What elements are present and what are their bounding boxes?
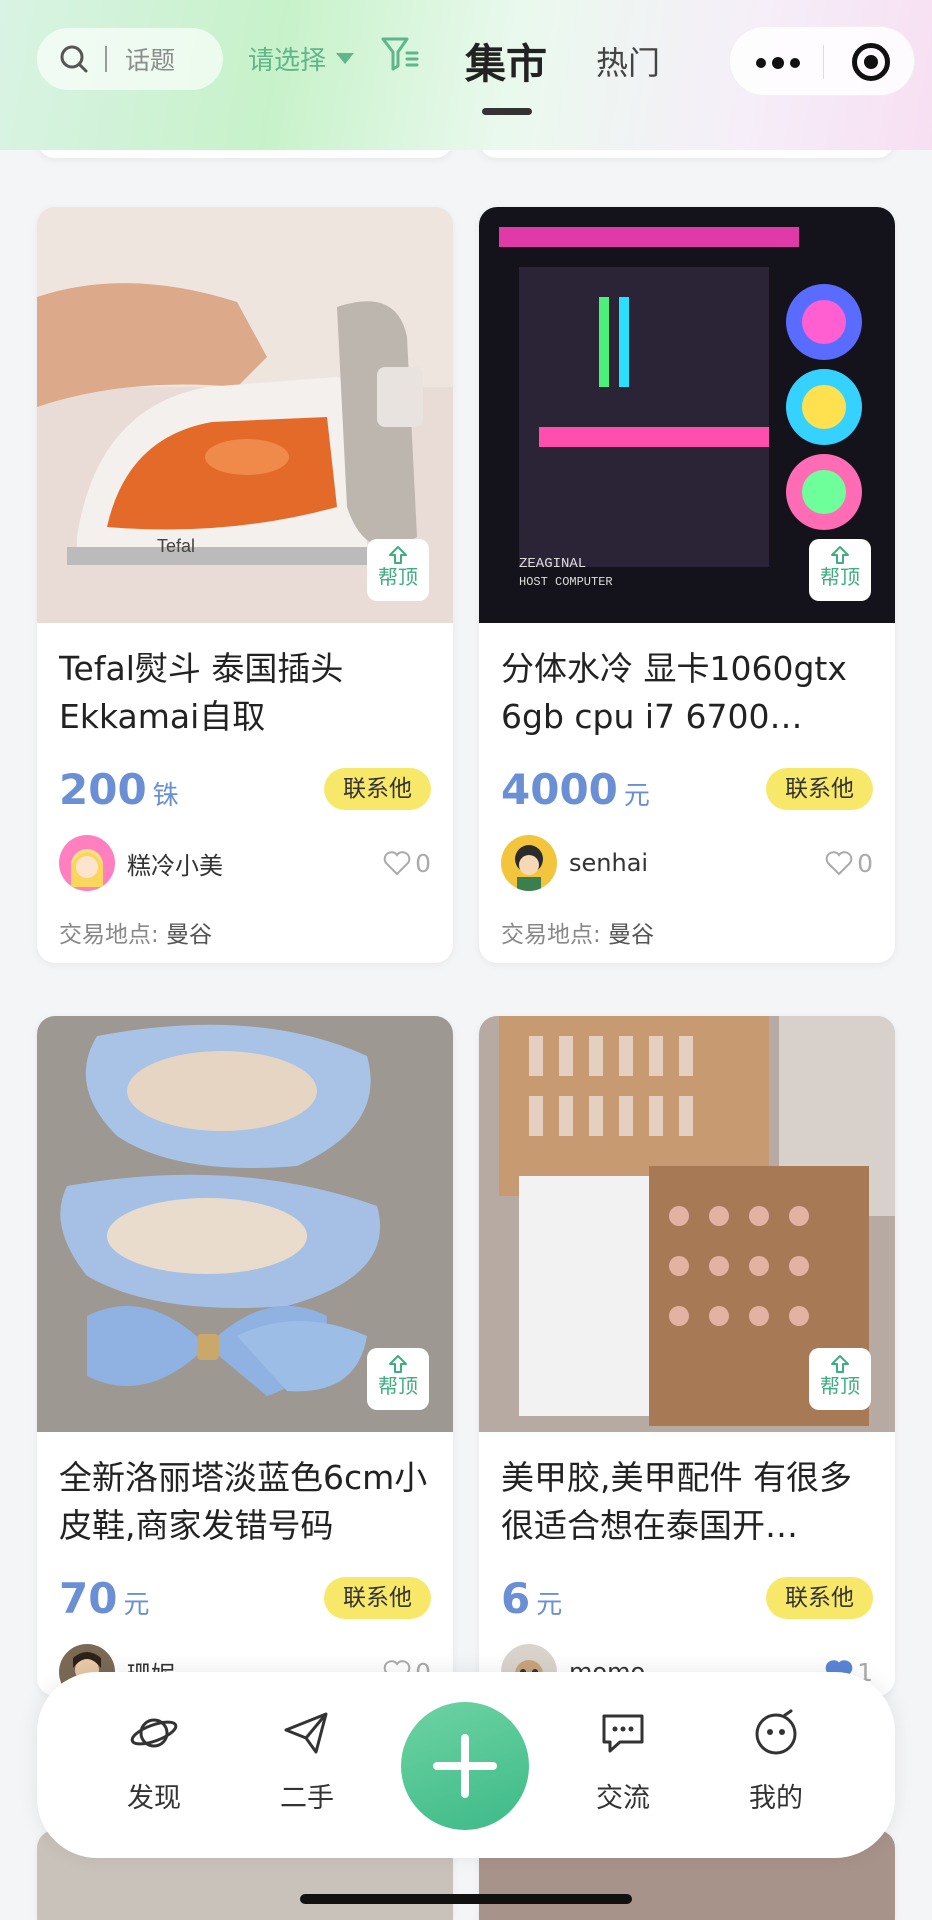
- boost-up-icon: [831, 546, 849, 564]
- svg-text:ZEAGINAL: ZEAGINAL: [519, 556, 586, 572]
- search-divider: [105, 46, 107, 72]
- category-select[interactable]: 请选择: [248, 40, 355, 77]
- listing-title: 全新洛丽塔淡蓝色6cm小皮鞋,商家发错号码: [59, 1458, 428, 1545]
- listing-card[interactable]: ZEAGINAL HOST COMPUTER 帮顶 分体水冷 显卡1060gtx…: [479, 207, 895, 963]
- active-tab-indicator: [482, 108, 532, 115]
- home-indicator: [300, 1894, 632, 1904]
- boost-up-icon: [389, 1355, 407, 1373]
- seller-name[interactable]: senhai: [569, 849, 825, 877]
- listing-photo-pc[interactable]: ZEAGINAL HOST COMPUTER 帮顶: [479, 207, 895, 623]
- trade-location: 交易地点: 曼谷: [501, 915, 873, 963]
- avatar[interactable]: [501, 835, 557, 891]
- listing-photo-shoes[interactable]: 帮顶: [37, 1016, 453, 1432]
- like-button[interactable]: 0: [825, 849, 873, 878]
- boost-label: 帮顶: [378, 565, 418, 589]
- paper-plane-icon: [284, 1712, 328, 1754]
- nav-label: 二手: [280, 1783, 334, 1814]
- listing-title: 美甲胶,美甲配件 有很多很适合想在泰国开…: [501, 1458, 852, 1545]
- caret-down-icon: [336, 53, 355, 64]
- contact-seller-button[interactable]: 联系他: [324, 1577, 431, 1619]
- price-unit: 铢: [152, 780, 179, 811]
- add-post-button[interactable]: [401, 1702, 529, 1830]
- trade-location: 交易地点: 曼谷: [59, 915, 431, 963]
- boost-up-icon: [831, 1355, 849, 1373]
- listing-photo-nail-gel[interactable]: 帮顶: [479, 1016, 895, 1432]
- listing-photo-iron[interactable]: Tefal 帮顶: [37, 207, 453, 623]
- svg-text:HOST COMPUTER: HOST COMPUTER: [519, 575, 613, 589]
- contact-seller-button[interactable]: 联系他: [766, 1577, 873, 1619]
- chat-bubble-icon: [602, 1714, 644, 1753]
- location-label: 交易地点:: [59, 922, 159, 948]
- location-value: 曼谷: [166, 922, 213, 948]
- price-amount: 200: [59, 764, 147, 814]
- contact-seller-button[interactable]: 联系他: [766, 768, 873, 810]
- listing-card[interactable]: 帮顶 全新洛丽塔淡蓝色6cm小皮鞋,商家发错号码 70元 联系他 珊妮: [37, 1016, 453, 1696]
- nav-item-chat[interactable]: 交流: [568, 1708, 678, 1815]
- listing-price: 70 元: [59, 1574, 149, 1623]
- seller-name[interactable]: 糕冷小美: [127, 846, 383, 881]
- price-amount: 6: [501, 1573, 531, 1623]
- search-placeholder: 话题: [125, 46, 176, 75]
- boost-label: 帮顶: [820, 1374, 860, 1398]
- tab-market[interactable]: 集市: [465, 30, 547, 90]
- nav-item-second-hand[interactable]: 二手: [252, 1708, 362, 1815]
- like-count: 0: [857, 848, 873, 878]
- face-icon: [755, 1709, 797, 1755]
- listing-title: 分体水冷 显卡1060gtx 6gb cpu i7 6700…: [501, 649, 847, 736]
- svg-text:Tefal: Tefal: [157, 536, 195, 556]
- boost-up-icon: [389, 546, 407, 564]
- planet-icon: [130, 1718, 178, 1748]
- top-header: 话题 请选择 集市 热门: [0, 0, 932, 150]
- boost-button[interactable]: 帮顶: [367, 1348, 429, 1410]
- bottom-tab-bar: 发现 二手 交流 我的: [37, 1672, 895, 1858]
- nav-label: 交流: [596, 1783, 650, 1814]
- boost-label: 帮顶: [820, 565, 860, 589]
- boost-button[interactable]: 帮顶: [809, 539, 871, 601]
- listing-card[interactable]: 帮顶 美甲胶,美甲配件 有很多很适合想在泰国开… 6元 联系他 momo: [479, 1016, 895, 1696]
- like-count: 0: [415, 848, 431, 878]
- boost-label: 帮顶: [378, 1374, 418, 1398]
- search-icon: [60, 45, 88, 73]
- filter-icon[interactable]: [380, 34, 420, 74]
- nav-item-discover[interactable]: 发现: [99, 1708, 209, 1815]
- price-amount: 70: [59, 1573, 118, 1623]
- more-icon[interactable]: [756, 57, 800, 69]
- price-unit: 元: [623, 780, 650, 811]
- listing-price: 6元: [501, 1574, 562, 1623]
- miniprogram-capsule: [729, 26, 915, 96]
- nav-label: 发现: [127, 1783, 181, 1814]
- heart-outline-icon: [383, 851, 411, 876]
- boost-button[interactable]: 帮顶: [367, 539, 429, 601]
- nav-label: 我的: [749, 1783, 803, 1814]
- tab-hot[interactable]: 热门: [596, 38, 660, 84]
- category-select-label: 请选择: [248, 46, 327, 76]
- location-label: 交易地点:: [501, 922, 601, 948]
- avatar[interactable]: [59, 835, 115, 891]
- heart-outline-icon: [825, 851, 853, 876]
- price-unit: 元: [536, 1589, 563, 1620]
- boost-button[interactable]: 帮顶: [809, 1348, 871, 1410]
- location-value: 曼谷: [608, 922, 655, 948]
- listing-price: 200 铢: [59, 765, 179, 814]
- contact-seller-button[interactable]: 联系他: [324, 768, 431, 810]
- close-target-icon[interactable]: [852, 43, 890, 81]
- nav-item-mine[interactable]: 我的: [721, 1708, 831, 1815]
- price-amount: 4000: [501, 764, 618, 814]
- listing-title: Tefal熨斗 泰国插头 Ekkamai自取: [59, 649, 344, 736]
- search-bar[interactable]: 话题: [37, 28, 223, 90]
- capsule-divider: [823, 45, 824, 79]
- listing-price: 4000 元: [501, 765, 650, 814]
- listing-card[interactable]: Tefal 帮顶 Tefal熨斗 泰国插头 Ekkamai自取 200 铢 联系他: [37, 207, 453, 963]
- like-button[interactable]: 0: [383, 849, 431, 878]
- price-unit: 元: [123, 1589, 150, 1620]
